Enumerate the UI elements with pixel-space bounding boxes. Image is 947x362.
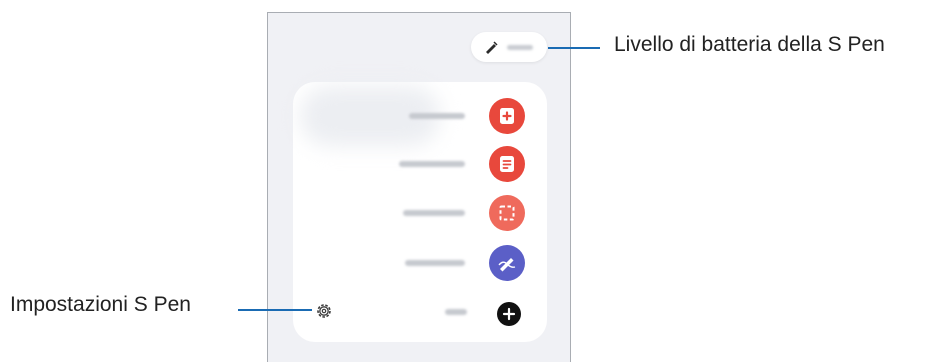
menu-item-screen-write[interactable] bbox=[293, 241, 547, 285]
menu-item-label bbox=[409, 113, 465, 119]
menu-item-label bbox=[399, 161, 465, 167]
battery-level-label: Livello di batteria della S Pen bbox=[614, 33, 885, 56]
battery-callout-line bbox=[548, 47, 600, 49]
s-pen-battery-indicator bbox=[471, 32, 547, 62]
menu-item-label bbox=[405, 260, 465, 266]
notes-list-icon[interactable] bbox=[489, 146, 525, 182]
menu-item-view-all-notes[interactable] bbox=[293, 142, 547, 186]
settings-callout-line bbox=[238, 309, 312, 311]
gear-icon[interactable] bbox=[315, 302, 333, 320]
menu-item-smart-select[interactable] bbox=[293, 191, 547, 235]
menu-item-label bbox=[403, 210, 465, 216]
battery-level-text bbox=[507, 45, 533, 50]
menu-item-label bbox=[445, 309, 467, 315]
pen-icon bbox=[486, 41, 498, 54]
note-add-icon[interactable] bbox=[489, 98, 525, 134]
plus-circle-icon[interactable] bbox=[497, 302, 521, 326]
settings-label: Impostazioni S Pen bbox=[10, 293, 191, 316]
menu-item-create-note[interactable] bbox=[293, 94, 547, 138]
smart-select-icon[interactable] bbox=[489, 195, 525, 231]
screen-write-icon[interactable] bbox=[489, 245, 525, 281]
